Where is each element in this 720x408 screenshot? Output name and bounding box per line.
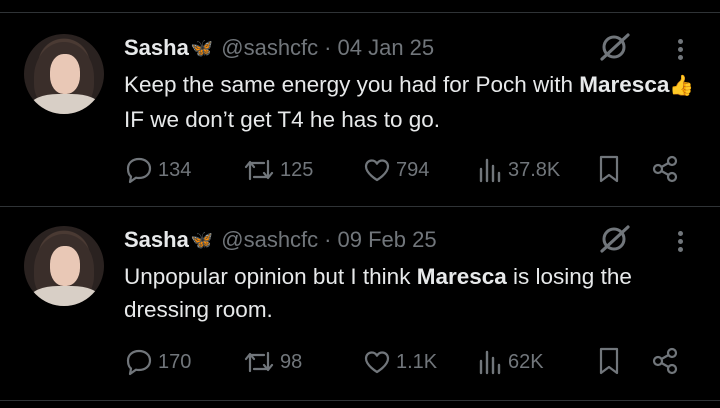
tweet-text-part: Unpopular opinion but I think (124, 264, 417, 289)
views-count: 62K (508, 350, 544, 373)
grok-icon[interactable] (598, 32, 632, 62)
tweet-date[interactable]: 09 Feb 25 (338, 227, 437, 253)
like-button[interactable]: 1.1K (362, 342, 437, 382)
user-handle[interactable]: @sashcfc (221, 227, 318, 253)
share-icon[interactable] (650, 154, 680, 184)
reply-icon (126, 157, 152, 184)
views-button[interactable]: 37.8K (476, 150, 560, 190)
repost-count: 98 (280, 350, 303, 373)
reply-button[interactable]: 134 (124, 150, 191, 190)
tweet-text-part: Keep the same energy you had for Poch wi… (124, 72, 580, 97)
tweet-text-bold: Maresca (416, 264, 507, 289)
tweet-header: Sasha 🦋 @sashcfc · 04 Jan 25 (124, 34, 434, 62)
grok-icon[interactable] (598, 224, 632, 254)
repost-button[interactable]: 125 (242, 150, 313, 190)
butterfly-emoji: 🦋 (190, 229, 214, 250)
bookmark-icon[interactable] (596, 154, 622, 184)
repost-icon (244, 351, 274, 373)
avatar[interactable] (24, 34, 104, 114)
repost-icon (244, 159, 274, 181)
reply-count: 170 (158, 350, 192, 373)
views-icon (479, 158, 501, 183)
tweet-date[interactable]: 04 Jan 25 (338, 35, 435, 61)
bookmark-icon[interactable] (596, 346, 622, 376)
tweet-text: Unpopular opinion but I think Maresca is… (124, 260, 704, 326)
reply-icon (126, 349, 152, 376)
thumbs-up-emoji: 👍 (669, 75, 695, 97)
share-icon[interactable] (650, 346, 680, 376)
tweet-text: Keep the same energy you had for Poch wi… (124, 68, 704, 136)
more-icon[interactable] (670, 226, 690, 256)
display-name[interactable]: Sasha (124, 227, 189, 253)
like-count: 1.1K (396, 350, 438, 373)
views-button[interactable]: 62K (476, 342, 544, 382)
like-icon (364, 159, 390, 182)
views-count: 37.8K (508, 158, 561, 181)
tweet[interactable]: Sasha 🦋 @sashcfc · 04 Jan 25 Keep the sa… (0, 12, 720, 206)
like-icon (364, 351, 390, 374)
like-count: 794 (396, 158, 430, 181)
separator-dot: · (324, 35, 332, 60)
divider-bottom (0, 400, 720, 401)
tweet-text-bold: Maresca (579, 72, 670, 97)
display-name[interactable]: Sasha (124, 35, 189, 61)
like-button[interactable]: 794 (362, 150, 429, 190)
views-icon (479, 350, 501, 375)
more-icon[interactable] (670, 34, 690, 64)
repost-count: 125 (280, 158, 314, 181)
avatar[interactable] (24, 226, 104, 306)
user-handle[interactable]: @sashcfc (221, 35, 318, 61)
reply-count: 134 (158, 158, 192, 181)
tweet-actions: 170 98 1.1K 62K (124, 342, 684, 382)
tweet-text-part: IF we don’t get T4 he has to go. (124, 107, 441, 132)
repost-button[interactable]: 98 (242, 342, 302, 382)
tweet-actions: 134 125 794 37.8K (124, 150, 684, 190)
tweet-header: Sasha 🦋 @sashcfc · 09 Feb 25 (124, 226, 437, 254)
tweet[interactable]: Sasha 🦋 @sashcfc · 09 Feb 25 Unpopular o… (0, 206, 720, 400)
separator-dot: · (324, 227, 332, 252)
reply-button[interactable]: 170 (124, 342, 191, 382)
butterfly-emoji: 🦋 (190, 37, 214, 58)
